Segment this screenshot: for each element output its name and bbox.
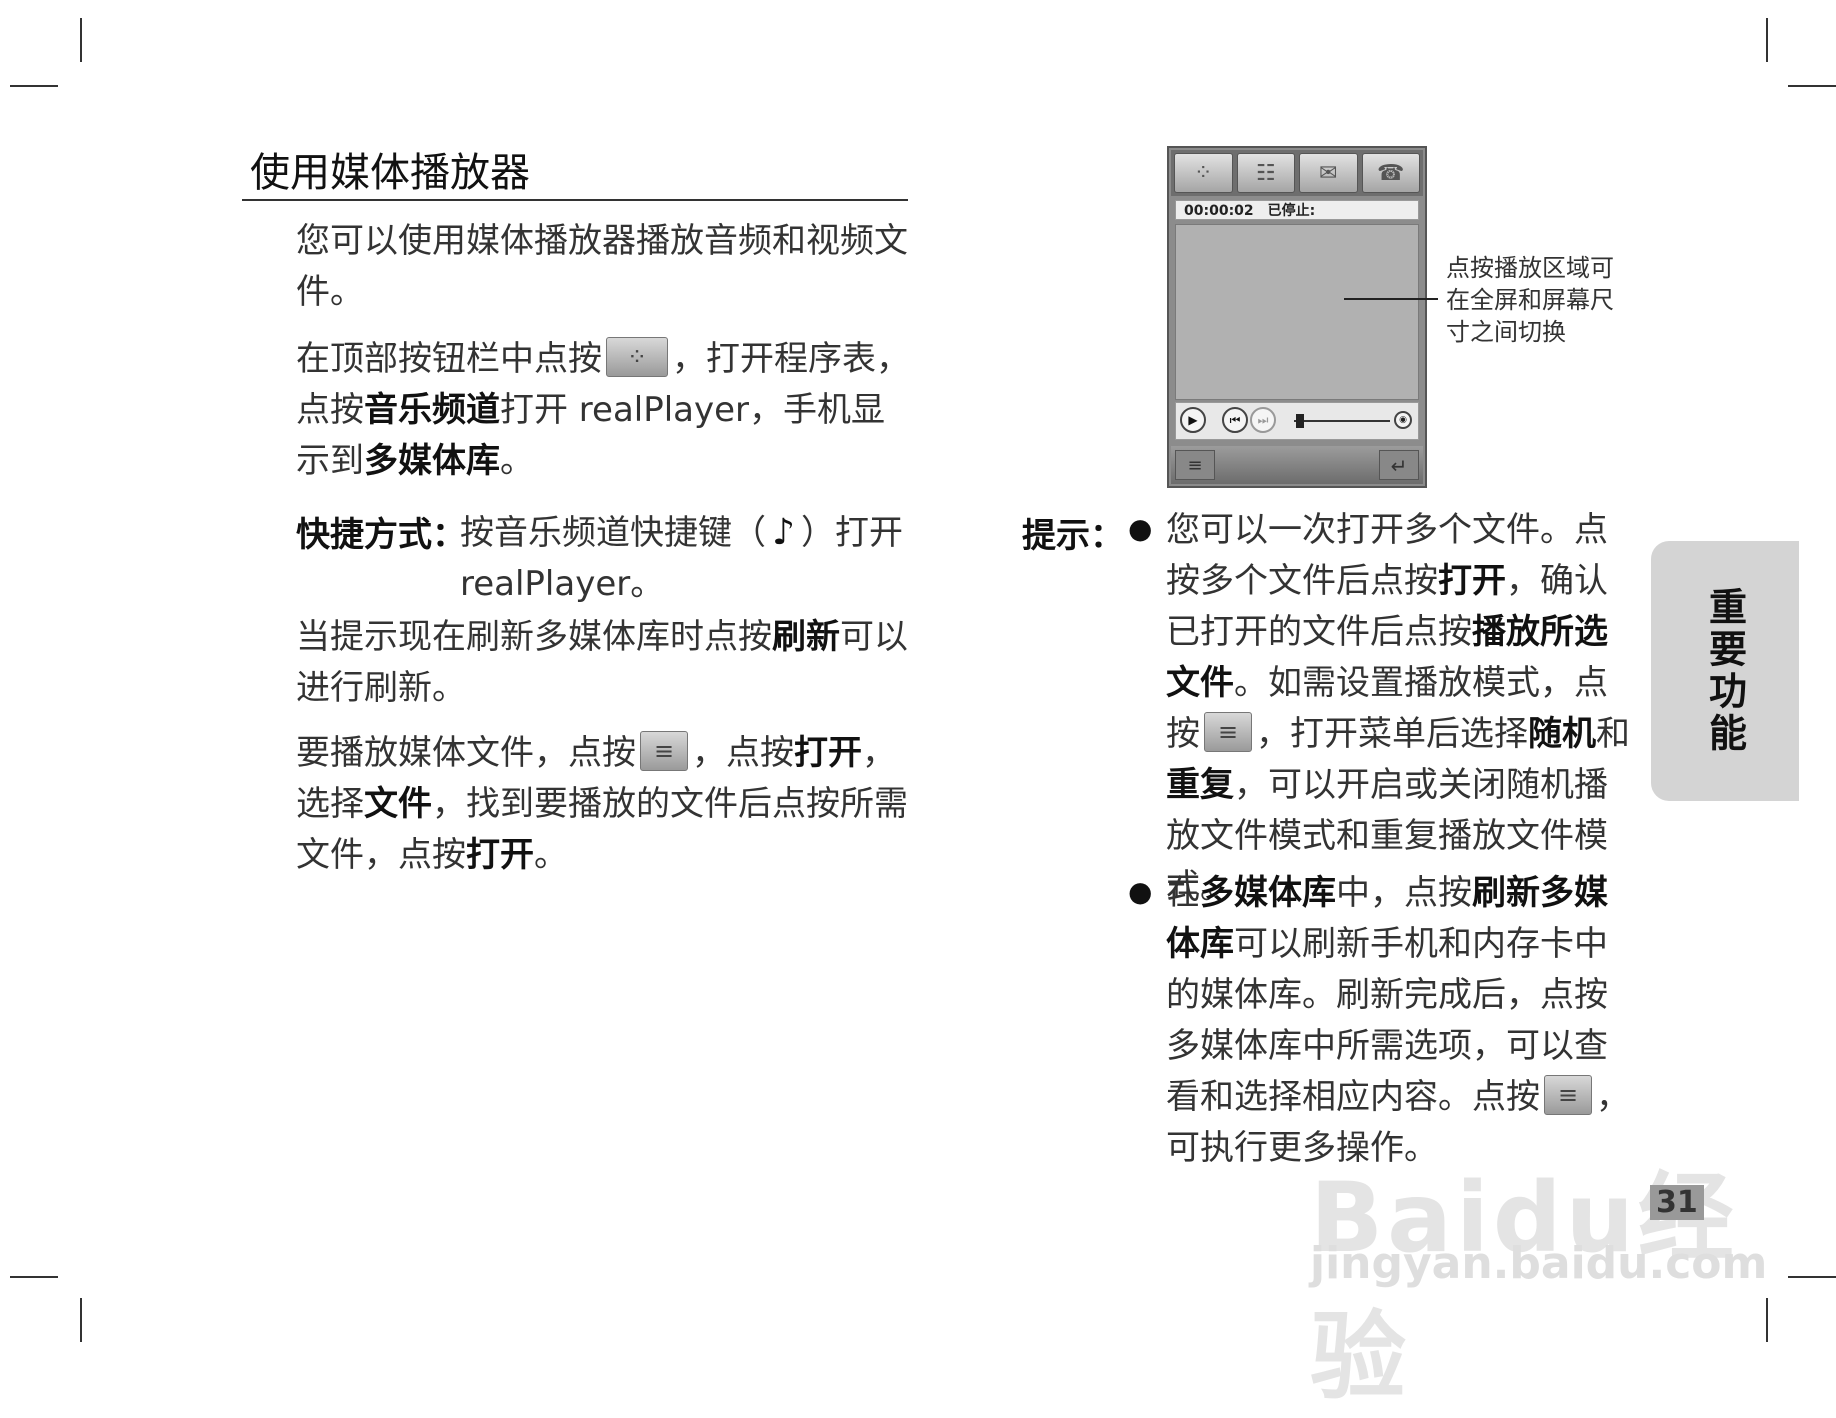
watermark-url: jingyan.baidu.com (1310, 1238, 1768, 1289)
player-state: 已停止: (1267, 203, 1316, 219)
paragraph-text: ，点按 (692, 733, 794, 773)
player-time: 00:00:02 (1184, 203, 1254, 219)
crop-mark (80, 18, 82, 62)
chapter-side-tab: 重要功能 (1651, 541, 1799, 801)
play-icon[interactable]: ▶ (1180, 407, 1206, 433)
back-icon[interactable]: ↵ (1379, 450, 1419, 480)
tip-text: 中，点按 (1336, 873, 1472, 913)
callout-line (1344, 298, 1438, 300)
bold-term: 重复 (1166, 765, 1234, 805)
music-channel-icon: ♪ (772, 512, 795, 553)
tip-text: 在 (1166, 873, 1200, 913)
section-title: 使用媒体播放器 (250, 150, 530, 196)
crop-mark (10, 1276, 58, 1278)
tips-label: 提示： (1022, 516, 1124, 556)
bold-term: 文件 (364, 784, 432, 824)
bold-term: 打开 (1438, 561, 1506, 601)
bold-term: 随机 (1528, 714, 1596, 754)
apps-grid-icon[interactable]: ⁘ (1174, 153, 1233, 193)
phone-top-bar: ⁘ ☷ ✉ ☎ (1171, 150, 1423, 196)
tip-text: 和 (1596, 714, 1630, 754)
bold-term: 打开 (794, 733, 862, 773)
paragraph-text: 按音乐频道快捷键（ (460, 513, 766, 553)
tip-item: 您可以一次打开多个文件。点按多个文件后点按打开，确认已打开的文件后点按播放所选文… (1166, 505, 1636, 913)
apps-grid-icon: ⁘ (606, 337, 668, 377)
bullet-icon: ● (1128, 875, 1153, 908)
menu-icon[interactable]: ≡ (1175, 450, 1215, 480)
crop-mark (80, 1298, 82, 1342)
previous-icon[interactable]: ⏮ (1222, 407, 1248, 433)
menu-icon: ≡ (1204, 712, 1252, 752)
paragraph-text: 当提示现在刷新多媒体库时点按 (296, 617, 772, 657)
shortcut-text: 按音乐频道快捷键（ ♪ ）打开 realPlayer。 (460, 507, 920, 610)
bullet-icon: ● (1128, 512, 1153, 545)
message-icon[interactable]: ✉ (1299, 153, 1358, 193)
volume-icon[interactable]: ◉ (1394, 411, 1412, 429)
paragraph-text: 。 (500, 441, 534, 481)
menu-icon: ≡ (1544, 1075, 1592, 1115)
phone-screenshot: ⁘ ☷ ✉ ☎ 00:00:02 已停止: ▶ ⏮ ⏭ ◉ ≡ ↵ (1167, 146, 1427, 488)
bold-term: 多媒体库 (1200, 873, 1336, 913)
shortcut-label: 快捷方式： (296, 515, 466, 555)
bold-term: 打开 (466, 835, 534, 875)
volume-slider-handle[interactable] (1296, 414, 1304, 428)
title-divider (242, 199, 908, 201)
bold-term: 多媒体库 (364, 441, 500, 481)
phone-bottom-bar: ≡ ↵ (1171, 446, 1423, 484)
bold-term: 音乐频道 (364, 390, 500, 430)
next-icon[interactable]: ⏭ (1250, 407, 1276, 433)
player-controls: ▶ ⏮ ⏭ ◉ (1175, 402, 1419, 440)
contacts-icon[interactable]: ☷ (1236, 153, 1295, 193)
paragraph-text: 您可以使用媒体播放器播放音频和视频文件。 (296, 221, 908, 312)
page-number: 31 (1650, 1185, 1704, 1220)
paragraph-play-file: 要播放媒体文件，点按 ≡ ，点按打开，选择文件，找到要播放的文件后点按所需文件，点按… (296, 728, 916, 881)
crop-mark (10, 85, 58, 87)
chapter-label: 重要功能 (1702, 587, 1747, 755)
bold-term: 刷新 (772, 617, 840, 657)
crop-mark (1766, 18, 1768, 62)
phone-icon[interactable]: ☎ (1361, 153, 1420, 193)
playback-area[interactable] (1175, 224, 1419, 400)
crop-mark (1788, 85, 1836, 87)
menu-icon: ≡ (640, 731, 688, 771)
tip-item: 在多媒体库中，点按刷新多媒体库可以刷新手机和内存卡中的媒体库。刷新完成后，点按多… (1166, 868, 1636, 1174)
volume-slider-track[interactable] (1294, 420, 1390, 422)
paragraph-text: 。 (534, 835, 568, 875)
player-status: 00:00:02 已停止: (1175, 200, 1419, 220)
tip-text: ，打开菜单后选择 (1256, 714, 1528, 754)
paragraph-intro: 您可以使用媒体播放器播放音频和视频文件。 (296, 216, 916, 318)
paragraph-refresh: 当提示现在刷新多媒体库时点按刷新可以进行刷新。 (296, 612, 916, 714)
paragraph-text: 要播放媒体文件，点按 (296, 733, 636, 773)
paragraph-open-player: 在顶部按钮栏中点按 ⁘ ，打开程序表，点按音乐频道打开 realPlayer，手机显… (296, 334, 916, 487)
callout-text: 点按播放区域可在全屏和屏幕尺寸之间切换 (1446, 254, 1614, 346)
paragraph-text: 在顶部按钮栏中点按 (296, 339, 602, 379)
